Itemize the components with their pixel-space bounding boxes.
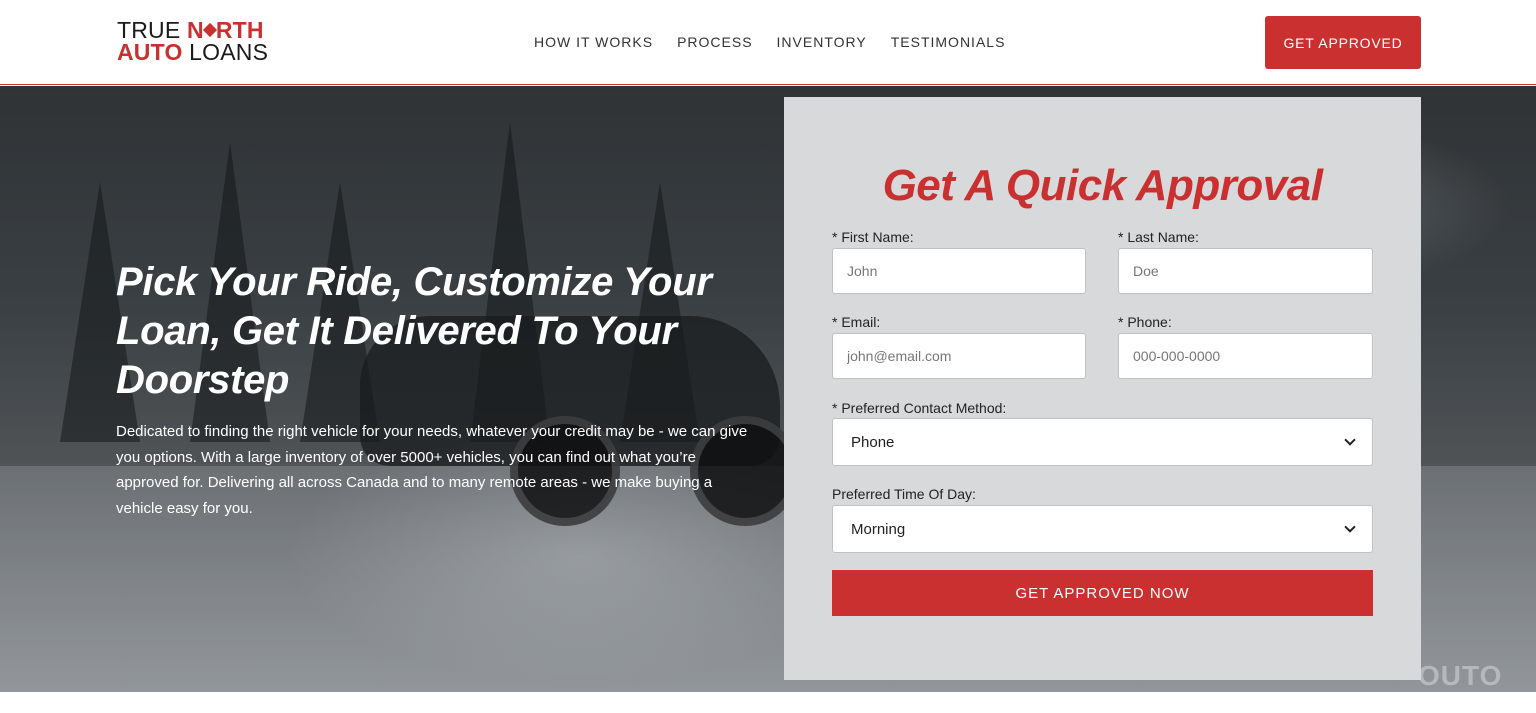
contact-method-label: * Preferred Contact Method: [832, 400, 1007, 416]
time-of-day-select[interactable]: Morning [832, 505, 1373, 553]
get-approved-button[interactable]: GET APPROVED [1265, 16, 1421, 69]
approval-form-panel: Get A Quick Approval * First Name: * Las… [784, 97, 1421, 680]
contact-method-select[interactable]: Phone [832, 418, 1373, 466]
first-name-input[interactable] [832, 248, 1086, 294]
phone-input[interactable] [1118, 333, 1373, 379]
logo-line-1: TRUE N RTH [117, 17, 264, 43]
phone-label: * Phone: [1118, 314, 1172, 330]
nav-testimonials[interactable]: TESTIMONIALS [891, 34, 1006, 50]
email-label: * Email: [832, 314, 881, 330]
nav-process[interactable]: PROCESS [677, 34, 752, 50]
last-name-input[interactable] [1118, 248, 1373, 294]
chevron-down-icon [1344, 521, 1356, 533]
logo[interactable]: TRUE N RTH AUTO LOANS [117, 17, 269, 65]
contact-method-value: Phone [851, 433, 895, 451]
hero-description: Dedicated to finding the right vehicle f… [116, 423, 748, 517]
last-name-label: * Last Name: [1118, 229, 1199, 245]
maple-leaf-icon [202, 23, 217, 38]
first-name-label: * First Name: [832, 229, 914, 245]
chevron-down-icon [1344, 434, 1356, 446]
watermark: OUTO [1418, 660, 1503, 691]
time-of-day-label: Preferred Time Of Day: [832, 486, 976, 502]
nav-inventory[interactable]: INVENTORY [777, 34, 867, 50]
nav-how-it-works[interactable]: HOW IT WORKS [534, 34, 653, 50]
time-of-day-value: Morning [851, 520, 906, 538]
main-nav: HOW IT WORKS PROCESS INVENTORY TESTIMONI… [534, 34, 1005, 50]
logo-line-2: AUTO LOANS [117, 39, 269, 65]
form-title: Get A Quick Approval [882, 161, 1323, 210]
hero-title: Pick Your Ride, Customize Your Loan, Get… [116, 260, 712, 402]
email-input[interactable] [832, 333, 1086, 379]
site-header: TRUE N RTH AUTO LOANS HOW IT WORKS PROCES… [0, 0, 1536, 85]
get-approved-now-button[interactable]: GET APPROVED NOW [832, 570, 1373, 616]
